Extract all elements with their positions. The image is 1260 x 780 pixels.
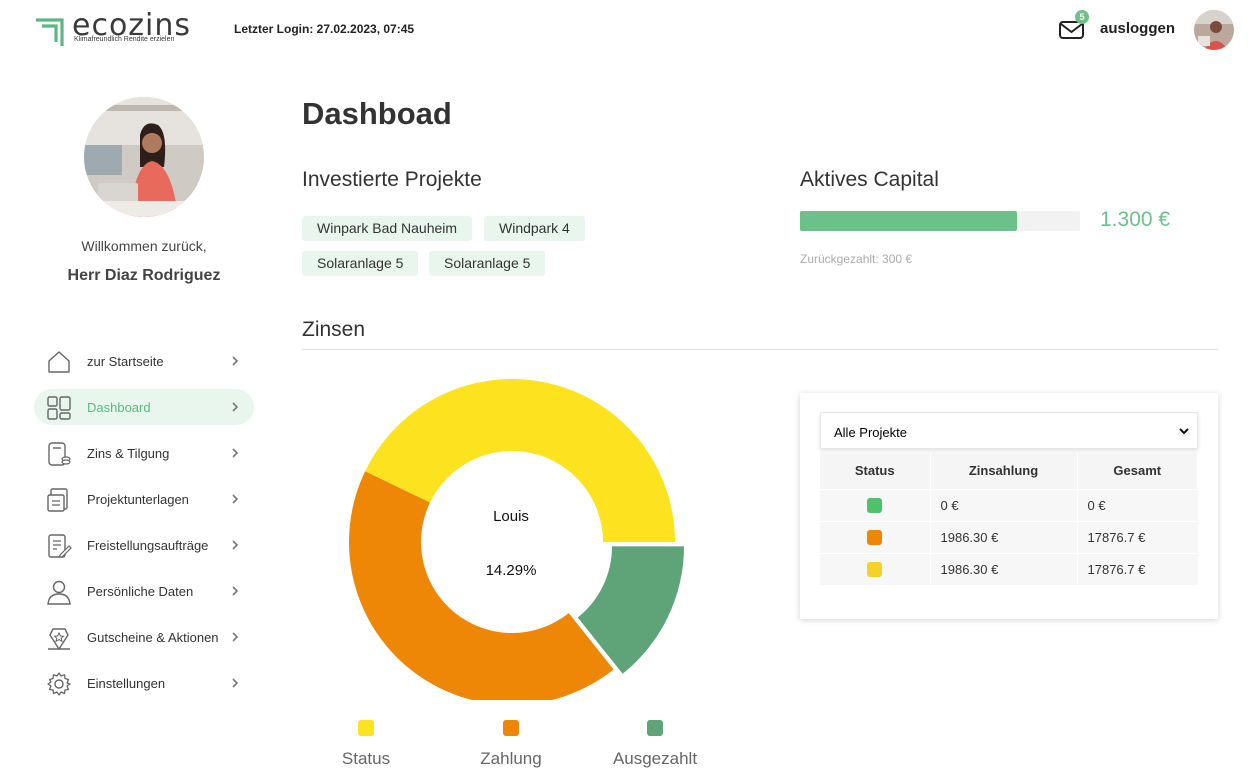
sidebar-item-zins-tilgung[interactable]: Zins & Tilgung xyxy=(34,435,254,471)
sidebar-item-label: Persönliche Daten xyxy=(87,584,194,599)
page-title: Dashboad xyxy=(302,96,452,131)
chevron-right-icon xyxy=(232,632,239,642)
sidebar-item-label: Freistellungsaufträge xyxy=(87,538,209,553)
capital-amount: 1.300 € xyxy=(1100,208,1171,231)
repaid-text: Zurückgezahlt: 300 € xyxy=(800,252,913,266)
user-icon xyxy=(47,580,71,605)
chevron-right-icon xyxy=(232,448,239,458)
column-header-gesamt: Gesamt xyxy=(1077,453,1198,489)
ecozins-logo[interactable]: ecozins Klimafreundlich Rendite erzielen xyxy=(34,9,204,48)
logo-tagline: Klimafreundlich Rendite erzielen xyxy=(74,36,175,43)
status-dot xyxy=(867,562,883,578)
chevron-right-icon xyxy=(232,402,239,412)
status-dot xyxy=(867,530,883,546)
capital-progress-fill xyxy=(800,211,1017,231)
capital-progress-bar xyxy=(800,211,1080,231)
sidebar-item-label: Zins & Tilgung xyxy=(87,446,170,461)
sidebar-item-persoenliche-daten[interactable]: Persönliche Daten xyxy=(34,573,254,609)
status-dot xyxy=(867,498,883,514)
legend-label: Ausgezahlt xyxy=(612,749,698,768)
logo-mark-icon xyxy=(36,18,64,46)
chevron-down-icon xyxy=(1179,428,1189,435)
legend-label: Zahlung xyxy=(480,749,542,768)
project-tag[interactable]: Windpark 4 xyxy=(484,216,585,241)
mail-button[interactable]: 5 xyxy=(1058,10,1090,42)
sidebar-item-label: Einstellungen xyxy=(87,676,166,691)
interest-donut-chart xyxy=(348,379,685,700)
projects-title: Investierte Projekte xyxy=(302,168,482,191)
documents-icon xyxy=(47,488,68,512)
sidebar-item-startseite[interactable]: zur Startseite xyxy=(34,343,254,379)
zinsen-title: Zinsen xyxy=(302,318,366,341)
donut-center-percent: 14.29% xyxy=(485,562,537,579)
legend-swatch xyxy=(647,720,663,736)
sidebar-item-freistellungsauftraege[interactable]: Freistellungsaufträge xyxy=(34,527,254,563)
zins-cell: 1986.30 € xyxy=(929,520,1077,553)
user-name: Herr Diaz Rodriguez xyxy=(67,267,221,284)
sidebar-item-projektunterlagen[interactable]: Projektunterlagen xyxy=(34,481,254,517)
capital-title: Aktives Capital xyxy=(800,168,939,191)
dashboard-icon xyxy=(47,396,71,420)
gesamt-cell: 17876.7 € xyxy=(1076,520,1198,553)
chevron-right-icon xyxy=(232,540,239,550)
sidebar-item-gutscheine[interactable]: Gutscheine & Aktionen xyxy=(34,619,254,655)
project-tag[interactable]: Solaranlage 5 xyxy=(302,251,419,276)
select-value: Alle Projekte xyxy=(834,425,907,440)
table-row: 0 € 0 € xyxy=(820,488,1198,521)
legend-swatch xyxy=(503,720,519,736)
welcome-text: Willkommen zurück, xyxy=(81,238,207,254)
gesamt-cell: 0 € xyxy=(1076,488,1198,521)
legend-item-status[interactable]: Status xyxy=(306,720,426,769)
home-icon xyxy=(48,351,70,373)
sidebar-nav: zur Startseite Dashboard Zins & Tilgung … xyxy=(34,343,254,711)
edit-document-icon xyxy=(48,534,72,558)
sidebar-item-label: Dashboard xyxy=(87,400,151,415)
table-row: 1986.30 € 17876.7 € xyxy=(820,552,1198,585)
project-tag[interactable]: Solaranlage 5 xyxy=(429,251,546,276)
logout-link[interactable]: ausloggen xyxy=(1100,20,1175,37)
gear-icon xyxy=(47,672,71,696)
sidebar-item-label: Projektunterlagen xyxy=(87,492,189,507)
legend-swatch xyxy=(358,720,374,736)
column-header-zinsahlung: Zinsahlung xyxy=(930,453,1078,489)
gesamt-cell: 17876.7 € xyxy=(1076,552,1198,585)
project-filter-select[interactable]: Alle Projekte xyxy=(820,412,1198,449)
zins-cell: 0 € xyxy=(929,488,1077,521)
status-cell xyxy=(820,520,930,553)
legend-label: Status xyxy=(341,749,391,768)
avatar-image xyxy=(1194,10,1234,50)
zins-cell: 1986.30 € xyxy=(929,552,1077,585)
voucher-icon xyxy=(48,628,70,650)
donut-center-name: Louis xyxy=(493,508,529,525)
donut-slice-zahlung[interactable] xyxy=(348,471,614,700)
interest-table: Status Zinsahlung Gesamt 0 € 0 € 1986.30… xyxy=(820,453,1198,585)
chevron-right-icon xyxy=(232,678,239,688)
column-header-status: Status xyxy=(820,453,931,489)
status-cell xyxy=(820,552,930,585)
table-row: 1986.30 € 17876.7 € xyxy=(820,520,1198,553)
chevron-right-icon xyxy=(232,586,239,596)
sidebar-item-einstellungen[interactable]: Einstellungen xyxy=(34,665,254,701)
last-login-text: Letzter Login: 27.02.2023, 07:45 xyxy=(234,22,415,36)
sidebar-item-dashboard[interactable]: Dashboard xyxy=(34,389,254,425)
chevron-right-icon xyxy=(232,494,239,504)
coins-icon xyxy=(48,442,71,466)
mail-badge: 5 xyxy=(1075,10,1089,24)
interest-table-card: Alle Projekte Status Zinsahlung Gesamt 0… xyxy=(800,393,1218,619)
sidebar-item-label: zur Startseite xyxy=(87,354,164,369)
profile-photo xyxy=(84,97,204,217)
header-avatar[interactable] xyxy=(1194,10,1234,50)
project-tag[interactable]: Winpark Bad Nauheim xyxy=(302,216,473,241)
legend-item-ausgezahlt[interactable]: Ausgezahlt xyxy=(595,720,715,769)
status-cell xyxy=(820,488,930,521)
section-divider xyxy=(302,349,1218,350)
sidebar-item-label: Gutscheine & Aktionen xyxy=(87,630,219,645)
legend-item-zahlung[interactable]: Zahlung xyxy=(451,720,571,769)
chevron-right-icon xyxy=(232,356,239,366)
profile-avatar xyxy=(84,97,204,217)
